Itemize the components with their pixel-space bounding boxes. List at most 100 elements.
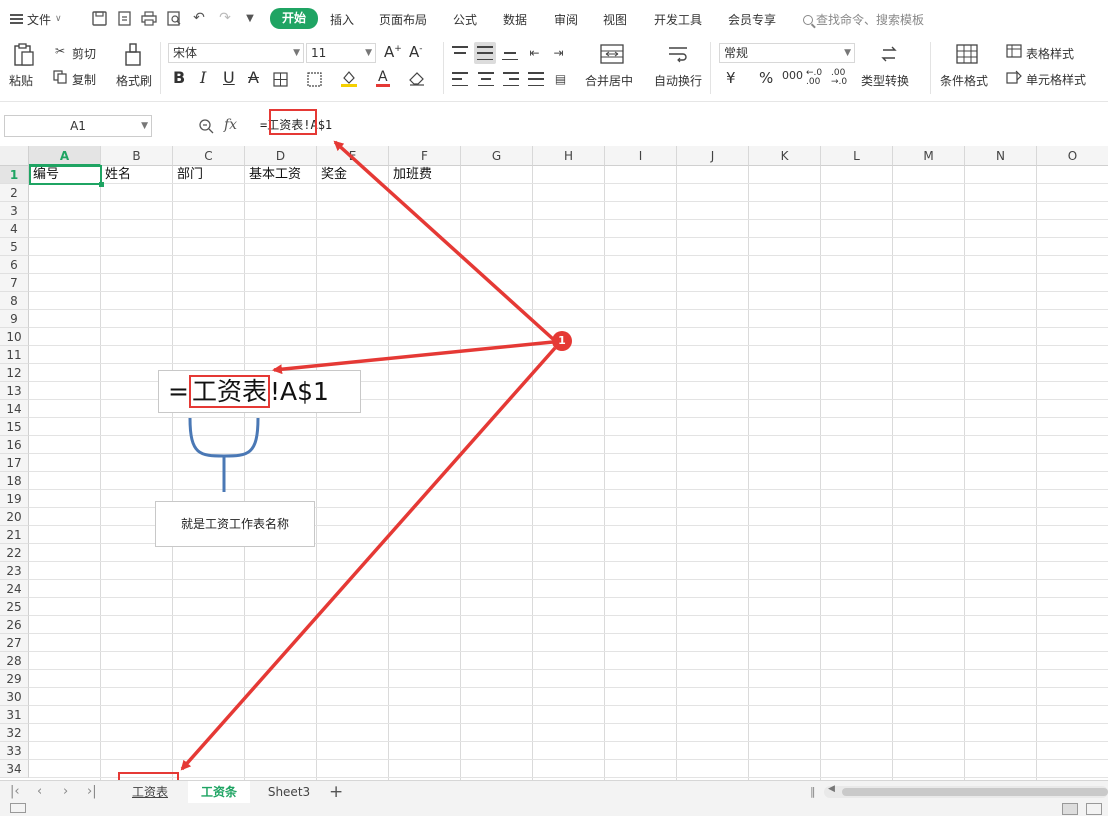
column-header[interactable]: A <box>29 146 101 166</box>
row-header[interactable]: 29 <box>0 670 29 688</box>
tab-review[interactable]: 审阅 <box>554 11 578 28</box>
tab-developer[interactable]: 开发工具 <box>654 11 702 28</box>
scroll-left-icon[interactable]: ◀ <box>828 784 835 794</box>
row-header[interactable]: 8 <box>0 292 29 310</box>
table-style-icon[interactable] <box>1006 44 1022 58</box>
column-header[interactable]: H <box>533 146 605 166</box>
increase-indent-icon[interactable]: ⇥ <box>550 44 567 61</box>
border-icon[interactable] <box>272 71 288 87</box>
row-header[interactable]: 16 <box>0 436 29 454</box>
column-header[interactable]: J <box>677 146 749 166</box>
header-cell[interactable]: 基本工资 <box>246 166 318 184</box>
row-header[interactable]: 15 <box>0 418 29 436</box>
underline-button[interactable]: U <box>223 68 235 87</box>
align-right-icon[interactable] <box>503 72 519 86</box>
row-header[interactable]: 30 <box>0 688 29 706</box>
justify-icon[interactable] <box>528 72 544 86</box>
tab-member[interactable]: 会员专享 <box>728 11 776 28</box>
copy-icon[interactable] <box>53 70 67 84</box>
tab-formulas[interactable]: 公式 <box>453 11 477 28</box>
last-sheet-icon[interactable]: ›| <box>87 784 97 799</box>
row-header[interactable]: 9 <box>0 310 29 328</box>
row-header[interactable]: 3 <box>0 202 29 220</box>
tab-page-layout[interactable]: 页面布局 <box>379 11 427 28</box>
format-painter-icon[interactable] <box>123 42 143 68</box>
wrap-text-button[interactable]: 自动换行 <box>654 72 702 89</box>
row-header[interactable]: 20 <box>0 508 29 526</box>
export-icon[interactable] <box>115 9 133 27</box>
cell-style-button[interactable]: 单元格样式 <box>1026 71 1086 88</box>
row-header[interactable]: 22 <box>0 544 29 562</box>
table-style-button[interactable]: 表格样式 <box>1026 45 1074 62</box>
decrease-font-icon[interactable]: A- <box>409 43 423 61</box>
cut-button[interactable]: 剪切 <box>72 45 96 62</box>
fill-pattern-icon[interactable] <box>306 71 322 87</box>
row-header[interactable]: 2 <box>0 184 29 202</box>
splitter-icon[interactable]: ‖ <box>810 785 816 798</box>
align-center-icon[interactable] <box>478 72 494 86</box>
normal-view-icon[interactable] <box>1062 803 1078 815</box>
row-header[interactable]: 4 <box>0 220 29 238</box>
strikethrough-button[interactable]: A <box>248 68 259 87</box>
align-bottom-icon[interactable] <box>502 46 518 60</box>
zoom-icon[interactable] <box>198 118 214 134</box>
column-header[interactable]: C <box>173 146 245 166</box>
row-header[interactable]: 12 <box>0 364 29 382</box>
row-header[interactable]: 27 <box>0 634 29 652</box>
align-middle-icon[interactable] <box>474 42 496 64</box>
macro-icon[interactable] <box>10 803 26 813</box>
tab-view[interactable]: 视图 <box>603 11 627 28</box>
undo-icon[interactable]: ↶ <box>190 9 208 27</box>
italic-button[interactable]: I <box>200 68 206 87</box>
next-sheet-icon[interactable]: › <box>63 784 68 799</box>
row-header[interactable]: 26 <box>0 616 29 634</box>
merge-center-icon[interactable] <box>600 43 624 65</box>
bold-button[interactable]: B <box>173 68 185 87</box>
header-cell[interactable]: 奖金 <box>318 166 390 184</box>
row-header[interactable]: 28 <box>0 652 29 670</box>
row-header[interactable]: 13 <box>0 382 29 400</box>
redo-icon[interactable]: ↷ <box>216 9 234 27</box>
select-all-corner[interactable] <box>0 146 29 166</box>
sheet-tab-salary[interactable]: 工资表 <box>122 781 178 803</box>
paste-button[interactable]: 粘贴 <box>9 72 33 89</box>
font-name-select[interactable]: 宋体 ▼ <box>168 43 304 63</box>
column-header[interactable]: G <box>461 146 533 166</box>
header-cell[interactable]: 部门 <box>174 166 246 184</box>
header-cell[interactable]: 加班费 <box>390 166 462 184</box>
spreadsheet-grid[interactable]: A B C D E F G H I J K L M N O 1 2 3 4 5 6 7 8 9 10 11 12 13 14 15 16 17… <box>0 146 1108 780</box>
column-header[interactable]: O <box>1037 146 1108 166</box>
currency-button[interactable]: ¥ <box>726 69 736 87</box>
thousands-button[interactable]: 000 <box>782 69 803 82</box>
align-top-icon[interactable] <box>452 46 468 60</box>
column-header[interactable]: K <box>749 146 821 166</box>
distribute-icon[interactable]: ▤ <box>552 70 569 87</box>
row-header[interactable]: 7 <box>0 274 29 292</box>
row-header[interactable]: 5 <box>0 238 29 256</box>
row-header[interactable]: 31 <box>0 706 29 724</box>
row-header[interactable]: 11 <box>0 346 29 364</box>
row-header[interactable]: 18 <box>0 472 29 490</box>
scissors-icon[interactable]: ✂ <box>53 44 67 58</box>
row-header[interactable]: 32 <box>0 724 29 742</box>
command-search[interactable]: 查找命令、搜索模板 <box>803 11 924 28</box>
name-box[interactable]: A1 ▼ <box>4 115 152 137</box>
sheet-tab-payslip[interactable]: 工资条 <box>188 781 250 803</box>
fx-icon[interactable]: fx <box>224 117 237 133</box>
decrease-indent-icon[interactable]: ⇤ <box>526 44 543 61</box>
row-header[interactable]: 24 <box>0 580 29 598</box>
copy-button[interactable]: 复制 <box>72 71 96 88</box>
column-header[interactable]: M <box>893 146 965 166</box>
file-menu[interactable]: 文件 ∨ <box>10 10 62 28</box>
row-header[interactable]: 10 <box>0 328 29 346</box>
tab-insert[interactable]: 插入 <box>330 11 354 28</box>
prev-sheet-icon[interactable]: ‹ <box>37 784 42 799</box>
add-sheet-icon[interactable]: + <box>329 782 343 802</box>
column-header[interactable]: I <box>605 146 677 166</box>
font-size-select[interactable]: 11 ▼ <box>306 43 376 63</box>
header-cell[interactable]: 姓名 <box>102 166 174 184</box>
horizontal-scrollbar[interactable]: ◀ <box>824 784 1108 798</box>
tab-data[interactable]: 数据 <box>503 11 527 28</box>
font-color-icon[interactable]: A <box>374 68 392 88</box>
first-sheet-icon[interactable]: |‹ <box>10 784 20 799</box>
